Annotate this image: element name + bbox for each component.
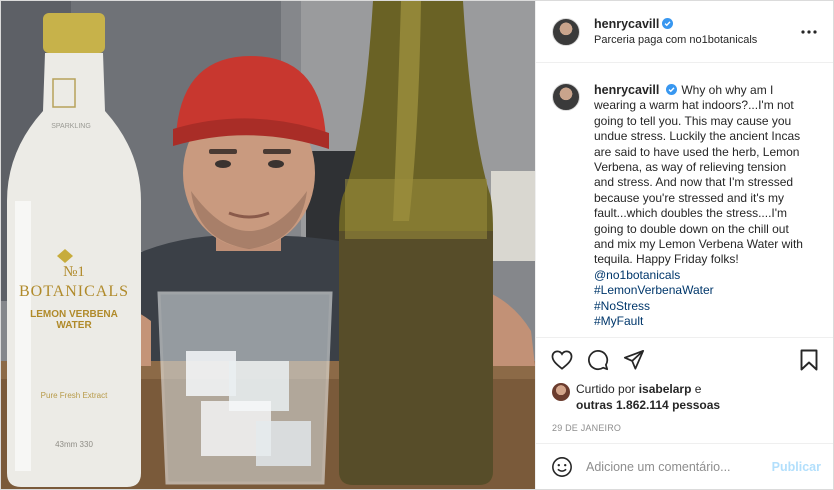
- caption-hashtag[interactable]: #NoStress: [594, 299, 806, 314]
- post-photo[interactable]: SPARKLING №1 BOTANICALS LEMON VERBENA WA…: [1, 1, 535, 489]
- liker-username[interactable]: isabelarp: [639, 382, 692, 396]
- bottle-flavor-line1: LEMON VERBENA: [30, 309, 118, 320]
- publish-button[interactable]: Publicar: [772, 460, 821, 474]
- caption-hashtag[interactable]: #LemonVerbenaWater: [594, 283, 806, 298]
- smiley-icon[interactable]: [550, 455, 574, 479]
- comment-input[interactable]: [586, 459, 772, 474]
- likes-conjunction: e: [694, 382, 702, 396]
- bottle-flavor-line2: WATER: [56, 320, 92, 331]
- likes-text: Curtido por isabelarp e outras 1.862.114…: [576, 381, 720, 413]
- likes-prefix: Curtido por: [576, 382, 636, 396]
- verified-badge-icon: [666, 84, 678, 95]
- author-meta: henrycavill Parceria paga com no1botanic…: [594, 16, 799, 48]
- bookmark-icon[interactable]: [797, 348, 821, 372]
- caption-body: Why oh why am I wearing a warm hat indoo…: [594, 83, 803, 267]
- verified-badge-icon: [662, 17, 674, 29]
- post-date[interactable]: 29 DE JANEIRO: [536, 421, 833, 443]
- bottle-label: SPARKLING №1 BOTANICALS LEMON VERBENA WA…: [1, 123, 147, 449]
- caption-hashtag[interactable]: #MyFault: [594, 314, 806, 329]
- author-avatar[interactable]: [552, 17, 580, 46]
- post-sidebar: henrycavill Parceria paga com no1botanic…: [535, 1, 833, 489]
- bottle-sparkling: SPARKLING: [51, 123, 91, 130]
- comment-icon[interactable]: [586, 348, 610, 372]
- post-header: henrycavill Parceria paga com no1botanic…: [536, 1, 833, 63]
- more-options-icon[interactable]: [799, 22, 819, 42]
- caption-text-block: henrycavill Why oh why am I wearing a war…: [594, 83, 806, 330]
- liker-avatar[interactable]: [552, 383, 570, 401]
- share-icon[interactable]: [622, 348, 646, 372]
- author-username[interactable]: henrycavill: [594, 17, 659, 31]
- bottle-brand-top: №1: [63, 264, 85, 280]
- caption-username[interactable]: henrycavill: [594, 83, 659, 97]
- comment-bar: Publicar: [536, 443, 833, 489]
- post-caption: henrycavill Why oh why am I wearing a war…: [552, 83, 817, 330]
- bottle-extract: Pure Fresh Extract: [40, 391, 108, 400]
- likes-summary: Curtido por isabelarp e outras 1.862.114…: [536, 381, 833, 421]
- comments-section: henrycavill Why oh why am I wearing a war…: [536, 63, 833, 337]
- likes-count[interactable]: outras 1.862.114 pessoas: [576, 398, 720, 412]
- heart-icon[interactable]: [550, 348, 574, 372]
- bottle-brand: BOTANICALS: [18, 283, 130, 300]
- bottle-volume: 43mm 330: [55, 440, 93, 449]
- caption-mention[interactable]: @no1botanicals: [594, 268, 806, 283]
- paid-partnership-label[interactable]: Parceria paga com no1botanicals: [594, 32, 799, 48]
- caption-avatar[interactable]: [552, 83, 580, 111]
- action-bar: [536, 337, 833, 381]
- instagram-post: SPARKLING №1 BOTANICALS LEMON VERBENA WA…: [0, 0, 834, 490]
